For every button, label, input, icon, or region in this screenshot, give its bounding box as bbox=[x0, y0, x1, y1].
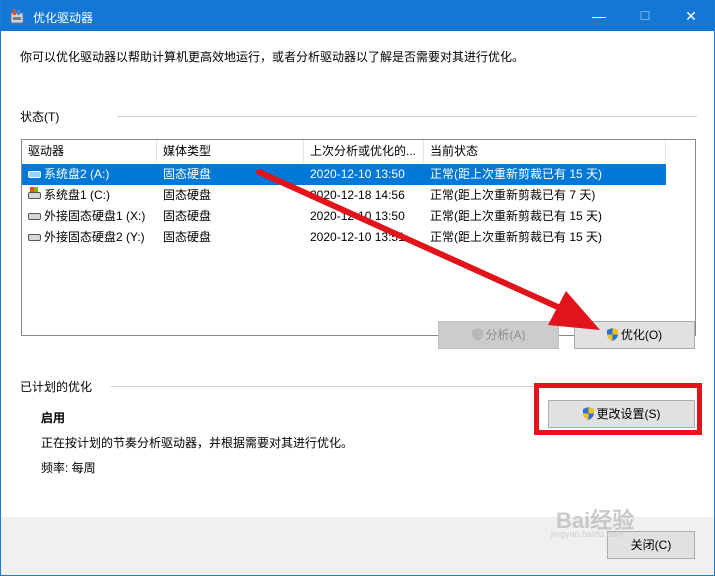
drive-status: 正常(距上次重新剪裁已有 15 天) bbox=[430, 230, 603, 244]
drive-status: 正常(距上次重新剪裁已有 15 天) bbox=[430, 167, 603, 181]
drive-name: 外接固态硬盘2 (Y:) bbox=[44, 230, 145, 244]
column-header-drive[interactable]: 驱动器 bbox=[22, 140, 157, 163]
title-bar[interactable]: 优化驱动器 — ☐ ✕ bbox=[1, 1, 714, 31]
column-header-media-type[interactable]: 媒体类型 bbox=[157, 140, 304, 163]
drive-media: 固态硬盘 bbox=[163, 209, 212, 223]
uac-shield-icon bbox=[471, 328, 483, 341]
drive-row[interactable]: 外接固态硬盘1 (X:) 固态硬盘 2020-12-10 13:50 正常(距上… bbox=[22, 206, 666, 227]
drive-name: 系统盘1 (C:) bbox=[44, 188, 111, 202]
drive-status: 正常(距上次重新剪裁已有 15 天) bbox=[430, 209, 603, 223]
drive-media: 固态硬盘 bbox=[163, 230, 212, 244]
drive-row[interactable]: 系统盘1 (C:) 固态硬盘 2020-12-18 14:56 正常(距上次重新… bbox=[22, 185, 666, 206]
system-drive-icon bbox=[28, 187, 41, 199]
watermark-url: jingyan.baidu.com bbox=[551, 529, 624, 539]
drive-last-run: 2020-12-10 13:50 bbox=[310, 167, 405, 181]
drive-icon bbox=[28, 171, 41, 178]
drive-last-run: 2020-12-10 13:50 bbox=[310, 209, 405, 223]
intro-text: 你可以优化驱动器以帮助计算机更高效地运行，或者分析驱动器以了解是否需要对其进行优… bbox=[20, 50, 525, 64]
status-divider bbox=[117, 116, 697, 117]
uac-shield-icon bbox=[606, 328, 618, 341]
maximize-button[interactable]: ☐ bbox=[622, 1, 668, 31]
optimize-label: 优化(O) bbox=[620, 328, 663, 342]
drive-last-run: 2020-12-18 14:56 bbox=[310, 188, 405, 202]
schedule-frequency: 频率: 每周 bbox=[41, 461, 96, 475]
optimize-drives-window: 优化驱动器 — ☐ ✕ 你可以优化驱动器以帮助计算机更高效地运行，或者分析驱动器… bbox=[0, 0, 715, 576]
scheduled-section-label: 已计划的优化 bbox=[20, 380, 93, 394]
minimize-button[interactable]: — bbox=[576, 1, 622, 31]
drive-name: 系统盘2 (A:) bbox=[44, 167, 110, 181]
defrag-app-icon bbox=[10, 9, 24, 24]
column-header-last-run[interactable]: 上次分析或优化的... bbox=[304, 140, 424, 163]
drive-status: 正常(距上次重新剪裁已有 7 天) bbox=[430, 188, 596, 202]
optimize-button[interactable]: 优化(O) bbox=[574, 321, 695, 349]
schedule-description: 正在按计划的节奏分析驱动器，并根据需要对其进行优化。 bbox=[41, 436, 354, 450]
drive-last-run: 2020-12-10 13:51 bbox=[310, 230, 405, 244]
drive-row[interactable]: 系统盘2 (A:) 固态硬盘 2020-12-10 13:50 正常(距上次重新… bbox=[22, 164, 666, 185]
status-section-label: 状态(T) bbox=[20, 110, 60, 124]
drive-icon bbox=[28, 234, 41, 241]
drive-icon bbox=[28, 213, 41, 220]
annotation-highlight-box bbox=[534, 383, 702, 435]
close-window-button[interactable]: ✕ bbox=[668, 1, 714, 31]
column-header-status[interactable]: 当前状态 bbox=[424, 140, 666, 163]
drive-media: 固态硬盘 bbox=[163, 167, 212, 181]
drive-list[interactable]: 驱动器 媒体类型 上次分析或优化的... 当前状态 系统盘2 (A:) 固态硬盘… bbox=[21, 139, 696, 336]
drive-row[interactable]: 外接固态硬盘2 (Y:) 固态硬盘 2020-12-10 13:51 正常(距上… bbox=[22, 227, 666, 248]
drive-media: 固态硬盘 bbox=[163, 188, 212, 202]
drive-name: 外接固态硬盘1 (X:) bbox=[44, 209, 146, 223]
schedule-state: 启用 bbox=[41, 411, 66, 425]
analyze-button[interactable]: 分析(A) bbox=[438, 321, 559, 349]
analyze-label: 分析(A) bbox=[485, 328, 526, 342]
window-title: 优化驱动器 bbox=[33, 11, 94, 25]
